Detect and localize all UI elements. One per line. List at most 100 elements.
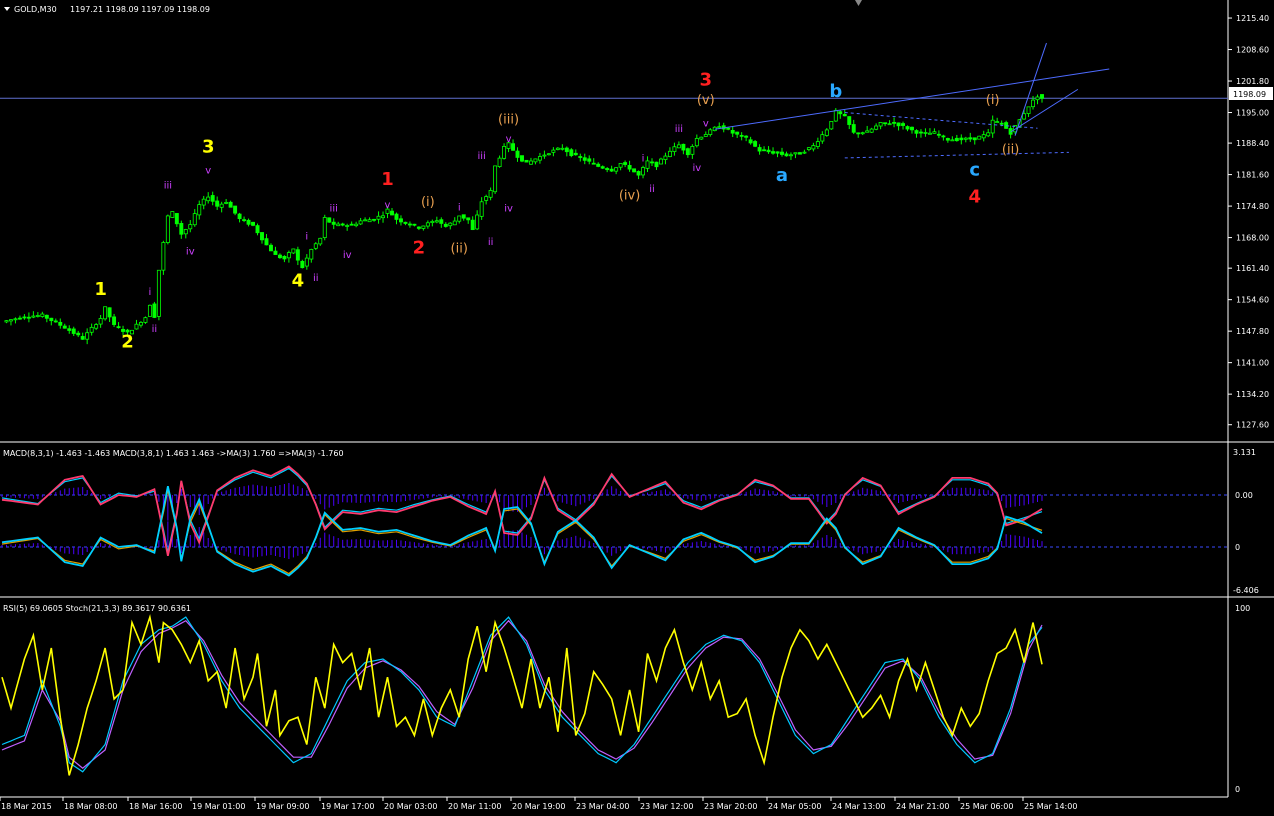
candle-body [905, 126, 910, 130]
wave-label: (i) [986, 93, 1000, 108]
wave-label: 3 [202, 136, 215, 157]
wave-label: (iv) [619, 189, 640, 204]
price-tick-label: 1147.80 [1236, 327, 1269, 336]
candle-body [977, 135, 982, 140]
candle-body [883, 122, 888, 125]
candle-body [650, 161, 654, 164]
candle-body [981, 134, 986, 139]
wave-label: (ii) [451, 241, 468, 256]
candle-body [739, 134, 744, 137]
price-tick-label: 1215.40 [1236, 14, 1269, 23]
candle-body [286, 252, 291, 259]
time-tick-label: 25 Mar 06:00 [960, 802, 1013, 811]
candle-body [89, 326, 94, 333]
candle-body [847, 116, 852, 125]
candle-body [277, 254, 282, 259]
candle-body [995, 121, 1000, 123]
candle-body [838, 111, 843, 115]
candle-body [1035, 96, 1040, 101]
candle-body [174, 213, 179, 225]
price-tick-label: 1168.00 [1236, 234, 1269, 243]
candle-body [8, 319, 13, 322]
time-tick-label: 24 Mar 13:00 [832, 802, 885, 811]
candle-body [784, 153, 789, 157]
candle-body [811, 145, 816, 150]
candle-body [183, 229, 188, 235]
candle-body [802, 151, 807, 154]
candle-body [932, 131, 937, 134]
wave-label: (iii) [498, 113, 519, 128]
candle-body [448, 222, 453, 227]
candle-body [623, 162, 628, 165]
candle-body [726, 127, 731, 130]
candle-body [762, 149, 767, 152]
price-tick-label: 1127.60 [1236, 421, 1269, 430]
candle-body [228, 201, 233, 208]
candle-body [820, 134, 825, 142]
candle-body [112, 316, 117, 325]
candle-body [35, 315, 40, 317]
candle-body [524, 159, 529, 163]
candle-body [797, 152, 802, 155]
candle-body [520, 155, 524, 162]
candle-body [67, 328, 72, 331]
wave-label: 1 [381, 169, 394, 190]
candle-body [645, 160, 650, 169]
candle-body [49, 317, 54, 322]
candle-body [336, 223, 341, 227]
candle-body [219, 203, 224, 208]
price-tick-label: 1141.00 [1236, 359, 1269, 368]
candle-body [80, 336, 85, 340]
candle-body [439, 219, 444, 224]
chart-canvas[interactable]: 1215.40 1208.60 1201.80 1195.00 1188.40 1181.… [0, 0, 1274, 816]
candle-body [551, 149, 556, 153]
wave-label: iii [164, 180, 172, 191]
candle-body [71, 328, 76, 334]
wave-label: (ii) [1002, 142, 1019, 157]
candle-body [851, 124, 856, 133]
candle-body [753, 141, 758, 147]
candle-body [237, 213, 242, 220]
candle-body [1026, 106, 1031, 114]
candle-body [744, 135, 749, 138]
rsi-tick-top: 100 [1235, 604, 1250, 613]
wave-label: iii [477, 151, 485, 162]
candle-body [923, 132, 928, 134]
candle-body [748, 139, 753, 144]
candle-body [842, 114, 847, 117]
candle-body [493, 165, 498, 193]
candle-body [896, 122, 901, 127]
candle-body [457, 215, 462, 222]
candle-body [515, 150, 520, 158]
candle-body [636, 171, 641, 176]
candle-body [990, 119, 995, 134]
macd-header: MACD(8,3,1) -1.463 -1.463 MACD(3,8,1) 1.… [3, 449, 344, 458]
candle-body [694, 138, 699, 147]
price-tick-label: 1154.60 [1236, 296, 1269, 305]
candle-body [533, 158, 538, 163]
wave-label: 2 [121, 331, 134, 352]
candle-body [502, 146, 507, 159]
candle-body [381, 215, 386, 219]
candle-body [188, 224, 193, 230]
wave-label: iv [343, 250, 352, 261]
candle-body [152, 303, 157, 318]
candle-body [31, 315, 36, 318]
candle-body [663, 155, 668, 160]
current-price-tag: 1198.09 [1233, 90, 1266, 99]
wave-label: (v) [697, 93, 715, 108]
candle-body [390, 210, 394, 216]
wave-label: iv [692, 163, 701, 174]
candle-body [600, 166, 605, 169]
wave-label: 3 [700, 70, 713, 91]
candle-body [941, 135, 946, 138]
candle-body [116, 326, 121, 329]
candle-body [887, 123, 892, 126]
candle-body [564, 147, 569, 153]
candle-body [632, 168, 637, 173]
time-tick-label: 19 Mar 09:00 [256, 802, 309, 811]
candle-body [331, 221, 336, 225]
candle-body [869, 128, 874, 133]
candle-body [676, 144, 681, 149]
candle-body [358, 220, 363, 225]
